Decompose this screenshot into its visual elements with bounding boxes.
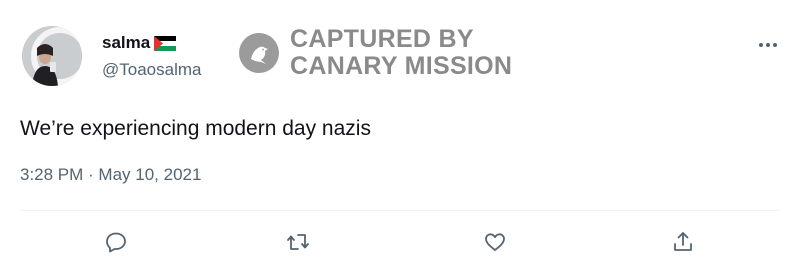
reply-icon bbox=[106, 232, 126, 253]
tweet-timestamp[interactable]: 3:28 PM · May 10, 2021 bbox=[20, 165, 201, 185]
share-button[interactable] bbox=[670, 229, 696, 255]
author-display-name[interactable]: salma bbox=[102, 33, 150, 53]
retweet-icon bbox=[287, 234, 309, 250]
divider bbox=[20, 210, 780, 211]
palestine-flag-icon bbox=[154, 35, 177, 51]
more-options-button[interactable] bbox=[756, 32, 780, 56]
author-name-line[interactable]: salma bbox=[102, 33, 177, 53]
canary-bird-icon bbox=[238, 32, 280, 74]
captured-by-watermark: CAPTURED BY CANARY MISSION bbox=[238, 26, 512, 80]
heart-icon bbox=[485, 233, 505, 251]
share-icon bbox=[674, 232, 692, 251]
like-button[interactable] bbox=[482, 229, 508, 255]
more-options-icon bbox=[758, 35, 778, 53]
avatar[interactable] bbox=[22, 26, 82, 86]
tweet-text: We’re experiencing modern day nazis bbox=[20, 117, 371, 140]
watermark-text: CAPTURED BY CANARY MISSION bbox=[290, 26, 512, 80]
tweet-card: salma @Toaosalma CAPTURED BY CANARY MISS… bbox=[0, 0, 800, 271]
author-handle[interactable]: @Toaosalma bbox=[102, 60, 201, 80]
reply-button[interactable] bbox=[103, 229, 129, 255]
avatar-image bbox=[22, 26, 82, 86]
watermark-line1: CAPTURED BY bbox=[290, 25, 474, 53]
retweet-button[interactable] bbox=[285, 229, 311, 255]
watermark-line2: CANARY MISSION bbox=[290, 52, 513, 80]
